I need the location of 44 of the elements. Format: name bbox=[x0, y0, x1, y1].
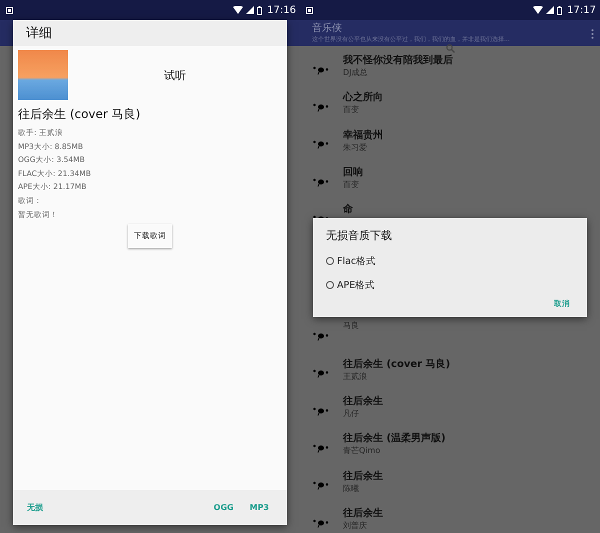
song-title: 我不怪你没有陪我到最后 bbox=[343, 54, 453, 67]
song-title: 心之所向 bbox=[343, 91, 383, 104]
song-artist: 百变 bbox=[343, 178, 360, 190]
app-title: 音乐侠 bbox=[312, 22, 343, 35]
lossless-button[interactable]: 无损 bbox=[23, 500, 47, 515]
more-icon[interactable] bbox=[591, 29, 594, 39]
option-label: APE格式 bbox=[337, 278, 376, 292]
notification-icon bbox=[6, 6, 13, 14]
notification-icon bbox=[306, 6, 313, 14]
dialog-title: 无损音质下载 bbox=[326, 228, 393, 243]
song-artist: 刘普庆 bbox=[343, 520, 368, 531]
battery-icon bbox=[557, 6, 562, 14]
battery-icon bbox=[257, 6, 262, 14]
wifi-icon bbox=[233, 6, 244, 14]
song-artist: 凡仔 bbox=[343, 408, 360, 420]
signal-icon bbox=[246, 6, 254, 14]
radio-button[interactable] bbox=[326, 281, 334, 289]
song-title: 回响 bbox=[343, 166, 363, 179]
option-label: Flac格式 bbox=[337, 254, 376, 268]
song-title: 往后余生 (cover 马良) bbox=[18, 106, 142, 123]
song-artist: DJ成总 bbox=[343, 67, 369, 78]
song-title: 往后余生 bbox=[343, 395, 383, 408]
song-artist: 朱习爱 bbox=[343, 142, 368, 153]
song-title: 往后余生 (温柔男声版) bbox=[343, 432, 446, 446]
format-button[interactable]: MP3 bbox=[246, 501, 273, 514]
photo-placeholder bbox=[18, 50, 68, 100]
song-title: 命 bbox=[343, 203, 353, 216]
signal-icon bbox=[546, 6, 554, 14]
preview-label: 试听 bbox=[163, 68, 187, 82]
song-artist: 陈曦 bbox=[343, 482, 360, 494]
song-title: 幸福贵州 bbox=[343, 128, 383, 142]
song-title: 往后余生 bbox=[343, 506, 383, 520]
song-title: 往后余生 bbox=[343, 470, 383, 483]
song-artist: 马良 bbox=[343, 320, 359, 332]
radio-button[interactable] bbox=[326, 257, 334, 265]
song-artist: 青芒Qimo bbox=[343, 445, 382, 456]
song-title: 往后余生 (cover 马良) bbox=[343, 358, 450, 371]
dialog-title: 详细 bbox=[26, 25, 52, 42]
song-artist: 王贰浪 bbox=[343, 370, 368, 382]
wifi-icon bbox=[533, 6, 544, 14]
song-artist: 百变 bbox=[343, 104, 360, 116]
status-time: 17:17 bbox=[567, 4, 596, 16]
status-time: 17:16 bbox=[267, 4, 296, 16]
format-button[interactable]: OGG bbox=[210, 501, 238, 514]
